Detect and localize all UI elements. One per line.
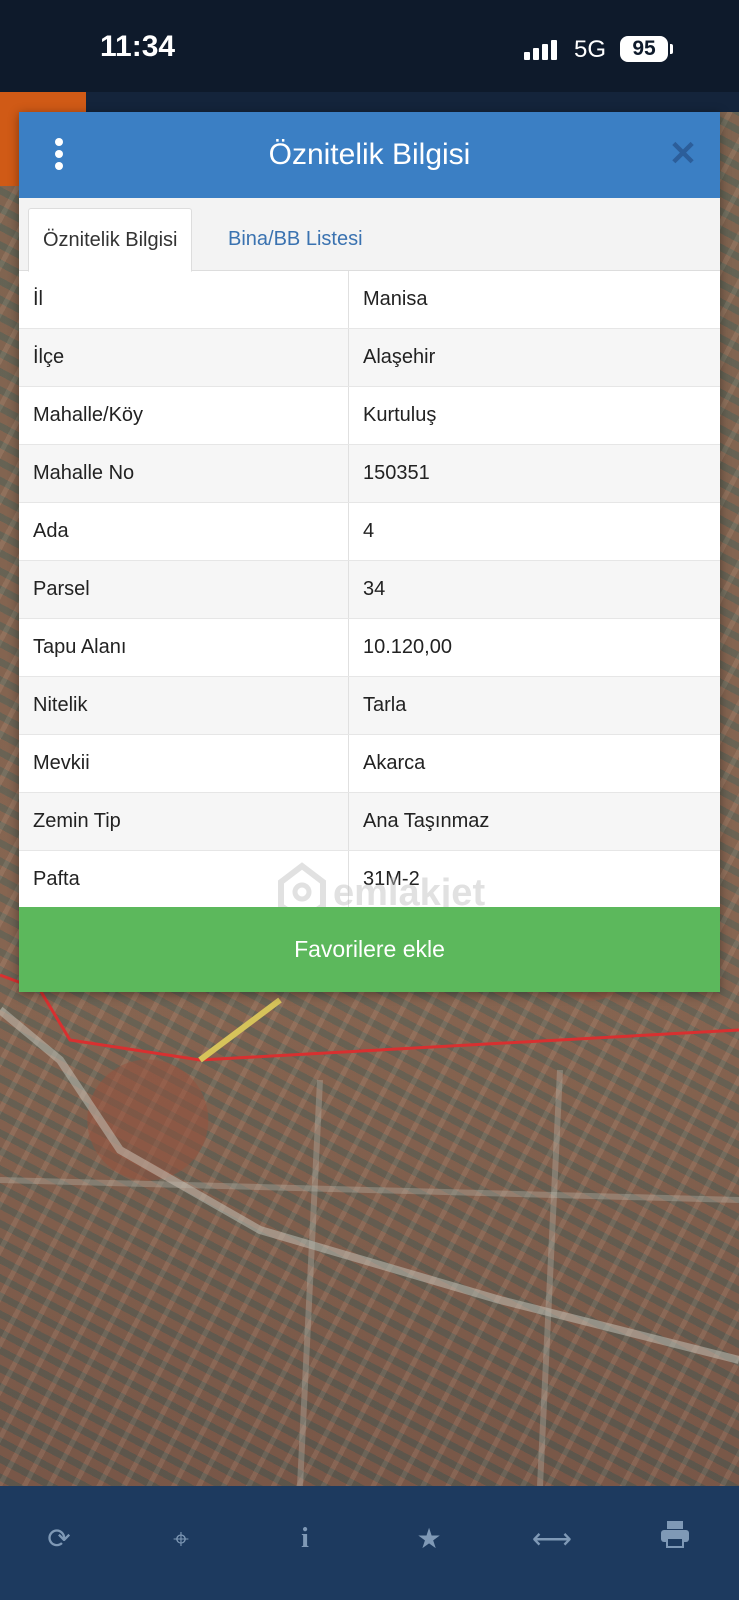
row-key: Tapu Alanı — [19, 619, 349, 676]
table-row: Parsel 34 — [19, 561, 720, 619]
row-key: Mevkii — [19, 735, 349, 792]
signal-icon — [524, 40, 560, 60]
attribute-table: İl Manisa İlçe Alaşehir Mahalle/Köy Kurtulu… — [19, 271, 720, 909]
more-vertical-icon[interactable] — [49, 138, 69, 174]
table-row: Mevkii Akarca — [19, 735, 720, 793]
table-row: Zemin Tip Ana Taşınmaz — [19, 793, 720, 851]
add-to-favorites-button[interactable]: Favorilere ekle — [19, 907, 720, 992]
network-type: 5G — [574, 36, 607, 63]
row-value: Kurtuluş — [363, 404, 437, 426]
status-bar: 11:34 5G 95 — [0, 0, 739, 92]
table-row: Tapu Alanı 10.120,00 — [19, 619, 720, 677]
app-header-bar — [86, 92, 739, 112]
row-key: İl — [19, 271, 349, 328]
table-row: Mahalle No 150351 — [19, 445, 720, 503]
battery-icon: 95 — [620, 36, 668, 62]
dialog-title: Öznitelik Bilgisi — [268, 138, 471, 171]
row-key: Mahalle/Köy — [19, 387, 349, 444]
row-value: 10.120,00 — [363, 636, 452, 658]
bottom-toolbar: ⟳ ⌖ i ★ ⟷ — [0, 1486, 739, 1600]
print-icon[interactable] — [650, 1514, 700, 1564]
row-key: Nitelik — [19, 677, 349, 734]
row-value: 4 — [363, 520, 375, 542]
attribute-info-dialog: Öznitelik Bilgisi ✕ Öznitelik Bilgisi Bi… — [19, 112, 720, 992]
row-key: İlçe — [19, 329, 349, 386]
tab-attribute-info[interactable]: Öznitelik Bilgisi — [28, 208, 193, 272]
refresh-icon[interactable]: ⟳ — [34, 1514, 84, 1564]
row-value: Tarla — [363, 694, 407, 716]
table-row: Ada 4 — [19, 503, 720, 561]
star-icon[interactable]: ★ — [404, 1514, 454, 1564]
table-row: Mahalle/Köy Kurtuluş — [19, 387, 720, 445]
dialog-tabs: Öznitelik Bilgisi Bina/BB Listesi — [19, 198, 720, 272]
row-key: Zemin Tip — [19, 793, 349, 850]
row-value: 150351 — [363, 462, 430, 484]
row-key: Ada — [19, 503, 349, 560]
locate-icon[interactable]: ⌖ — [156, 1514, 206, 1564]
close-icon[interactable]: ✕ — [663, 134, 703, 174]
tab-building-list[interactable]: Bina/BB Listesi — [214, 208, 377, 270]
battery-level: 95 — [632, 37, 656, 60]
battery-tip — [670, 44, 673, 54]
row-value: Manisa — [363, 288, 428, 310]
row-key: Mahalle No — [19, 445, 349, 502]
dialog-header: Öznitelik Bilgisi ✕ — [19, 112, 720, 198]
row-value: Ana Taşınmaz — [363, 810, 490, 832]
table-row: İl Manisa — [19, 271, 720, 329]
print-glyph — [661, 1521, 689, 1548]
measure-icon[interactable]: ⟷ — [527, 1514, 577, 1564]
row-key: Parsel — [19, 561, 349, 618]
info-icon[interactable]: i — [280, 1514, 330, 1564]
row-value: Alaşehir — [363, 346, 436, 368]
status-time: 11:34 — [100, 30, 176, 63]
table-row: Nitelik Tarla — [19, 677, 720, 735]
row-value: Akarca — [363, 752, 426, 774]
table-row: İlçe Alaşehir — [19, 329, 720, 387]
row-value: 34 — [363, 578, 386, 600]
